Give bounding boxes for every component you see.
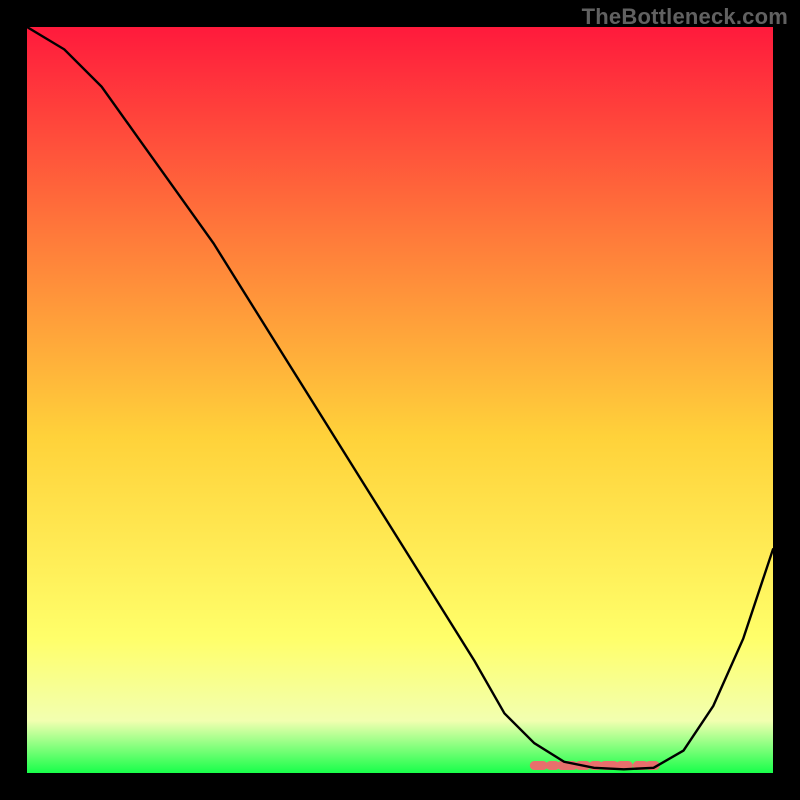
plot-area	[27, 27, 773, 773]
watermark-text: TheBottleneck.com	[582, 4, 788, 30]
chart-svg	[27, 27, 773, 773]
chart-frame: TheBottleneck.com	[0, 0, 800, 800]
